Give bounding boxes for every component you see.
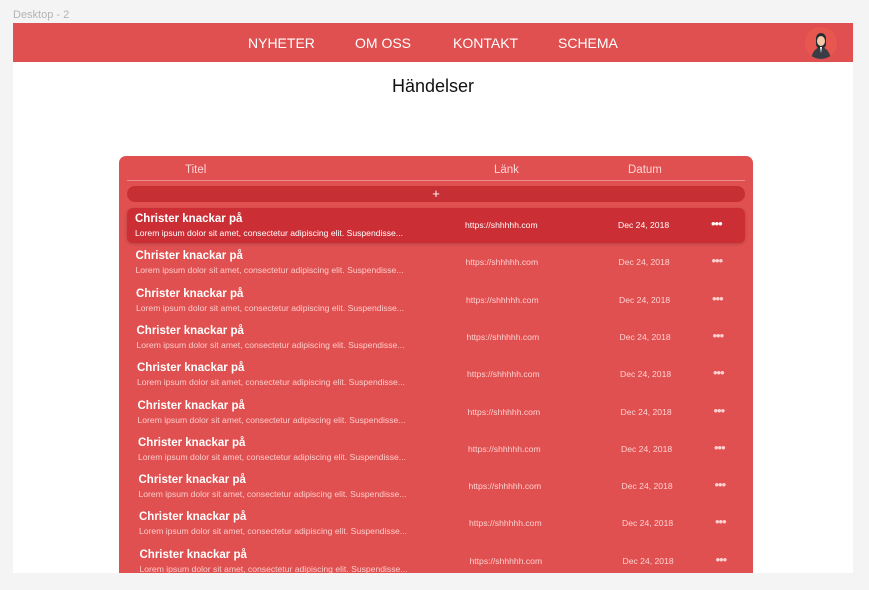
table-row[interactable]: Christer knackar på Lorem ipsum dolor sit… [132, 544, 746, 573]
row-date: Dec 24, 2018 [621, 481, 673, 492]
table-row[interactable]: Christer knackar på Lorem ipsum dolor sit… [131, 506, 745, 541]
row-title: Christer knackar på [136, 324, 244, 337]
table-row[interactable]: Christer knackar på Lorem ipsum dolor sit… [130, 395, 746, 430]
row-description: Lorem ipsum dolor sit amet, consectetur … [136, 302, 404, 313]
row-description: Lorem ipsum dolor sit amet, consectetur … [138, 451, 406, 462]
row-title: Christer knackar på [138, 436, 246, 449]
row-description: Lorem ipsum dolor sit amet, consectetur … [137, 414, 406, 425]
row-date: Dec 24, 2018 [619, 294, 671, 305]
canvas-label: Desktop - 2 [13, 9, 70, 21]
row-link[interactable]: https://shhhhh.com [467, 332, 540, 342]
nav-item-om-oss[interactable]: OM OSS [355, 35, 411, 51]
table-row[interactable]: Christer knackar på Lorem ipsum dolor sit… [128, 283, 745, 318]
table-row[interactable]: Christer knackar på Lorem ipsum dolor sit… [131, 469, 746, 504]
more-options-icon[interactable]: ••• [712, 291, 724, 306]
row-description: Lorem ipsum dolor sit amet, consectetur … [139, 526, 407, 537]
row-title: Christer knackar på [137, 362, 245, 375]
table-row[interactable]: Christer knackar på Lorem ipsum dolor sit… [127, 208, 745, 243]
row-title: Christer knackar på [137, 399, 245, 412]
page-title: Händelser [391, 76, 475, 96]
more-options-icon[interactable]: ••• [714, 440, 726, 455]
more-options-icon[interactable]: ••• [713, 365, 725, 380]
more-options-icon[interactable]: ••• [715, 477, 727, 492]
row-link[interactable]: https://shhhhh.com [465, 220, 538, 230]
row-title: Christer knackar på [135, 213, 243, 225]
row-title: Christer knackar på [136, 287, 244, 300]
more-options-icon[interactable]: ••• [713, 328, 725, 343]
desktop-frame: NYHETER OM OSS KONTAKT SCHEMA Händelser … [13, 23, 853, 573]
table-row[interactable]: Christer knackar på Lorem ipsum dolor sit… [130, 432, 745, 467]
row-link[interactable]: https://shhhhh.com [470, 556, 543, 566]
nav-item-schema[interactable]: SCHEMA [558, 35, 618, 51]
row-description: Lorem ipsum dolor sit amet, consectetur … [135, 265, 404, 276]
add-event-button[interactable]: + [127, 186, 745, 202]
row-date: Dec 24, 2018 [622, 555, 674, 566]
row-link[interactable]: https://shhhhh.com [468, 407, 541, 417]
row-link[interactable]: https://shhhhh.com [466, 257, 539, 267]
column-header-link: Länk [494, 164, 519, 176]
more-options-icon[interactable]: ••• [716, 552, 728, 567]
row-date: Dec 24, 2018 [618, 220, 670, 230]
row-title: Christer knackar på [135, 250, 243, 263]
header-divider [127, 180, 745, 181]
table-row[interactable]: Christer knackar på Lorem ipsum dolor sit… [129, 320, 746, 355]
row-date: Dec 24, 2018 [622, 518, 674, 529]
avatar[interactable] [805, 27, 837, 59]
row-link[interactable]: https://shhhhh.com [466, 295, 539, 305]
row-description: Lorem ipsum dolor sit amet, consectetur … [137, 377, 405, 388]
table-row[interactable]: Christer knackar på Lorem ipsum dolor sit… [128, 245, 746, 280]
row-date: Dec 24, 2018 [618, 257, 670, 268]
nav-item-nyheter[interactable]: NYHETER [248, 35, 315, 51]
top-navbar: NYHETER OM OSS KONTAKT SCHEMA [13, 23, 853, 62]
row-link[interactable]: https://shhhhh.com [468, 444, 541, 454]
row-description: Lorem ipsum dolor sit amet, consectetur … [135, 228, 403, 238]
row-date: Dec 24, 2018 [621, 443, 673, 454]
nav-item-kontakt[interactable]: KONTAKT [453, 35, 518, 51]
row-description: Lorem ipsum dolor sit amet, consectetur … [138, 489, 407, 500]
more-options-icon[interactable]: ••• [711, 216, 723, 231]
row-description: Lorem ipsum dolor sit amet, consectetur … [136, 339, 405, 350]
row-title: Christer knackar på [139, 511, 247, 524]
row-description: Lorem ipsum dolor sit amet, consectetur … [139, 563, 408, 573]
table-row[interactable]: Christer knackar på Lorem ipsum dolor sit… [129, 357, 745, 392]
row-link[interactable]: https://shhhhh.com [469, 481, 542, 491]
column-header-title: Titel [185, 164, 207, 176]
row-date: Dec 24, 2018 [619, 331, 671, 342]
row-title: Christer knackar på [138, 474, 246, 487]
events-table: Titel Länk Datum + Christer knackar på Lo… [119, 156, 753, 573]
row-date: Dec 24, 2018 [620, 369, 672, 380]
more-options-icon[interactable]: ••• [714, 403, 726, 418]
row-title: Christer knackar på [139, 548, 247, 561]
avatar-person-icon [805, 27, 837, 59]
row-link[interactable]: https://shhhhh.com [469, 518, 542, 528]
more-options-icon[interactable]: ••• [712, 253, 724, 268]
more-options-icon[interactable]: ••• [715, 514, 727, 529]
row-link[interactable]: https://shhhhh.com [467, 369, 540, 379]
column-header-date: Datum [628, 164, 662, 176]
row-date: Dec 24, 2018 [620, 406, 672, 417]
